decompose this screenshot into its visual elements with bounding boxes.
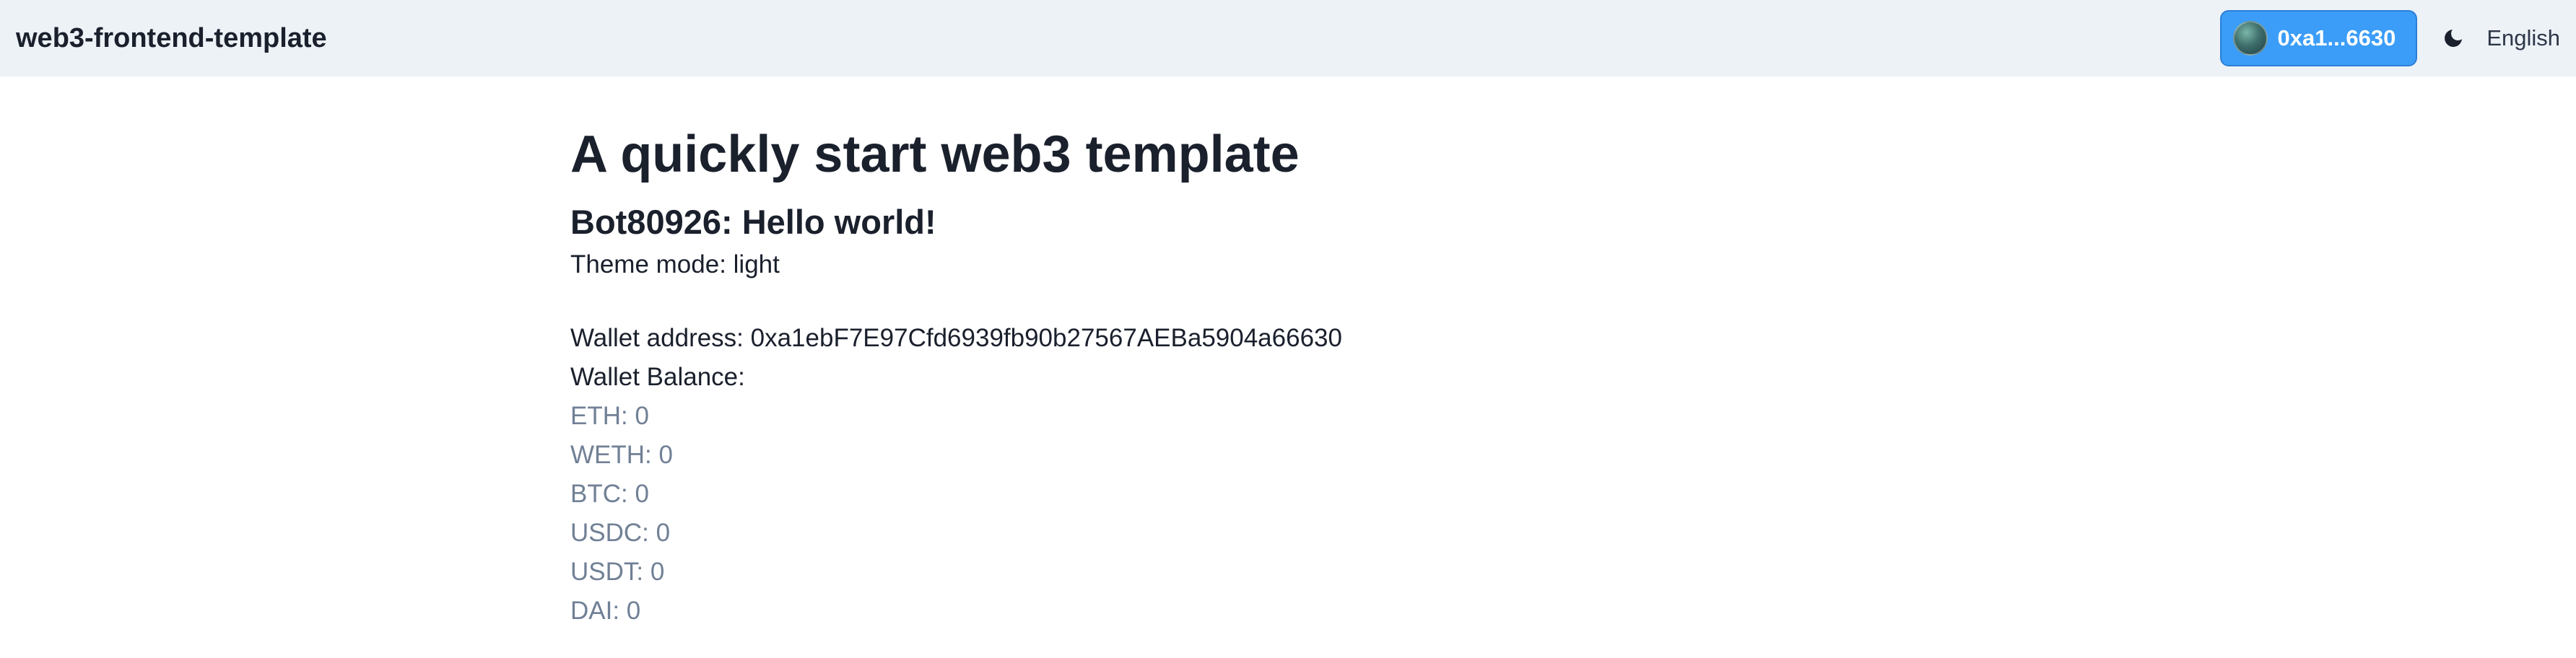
- balance-dai: DAI: 0: [570, 597, 641, 625]
- navbar-actions: 0xa1...6630 English: [2219, 0, 2560, 76]
- balance-weth: WETH: 0: [570, 441, 673, 469]
- theme-mode-text: Theme mode: light: [570, 250, 780, 278]
- wallet-address-text: Wallet address: 0xa1ebF7E97Cfd6939fb90b2…: [570, 324, 1342, 352]
- main-content: A quickly start web3 template Bot80926: …: [570, 118, 2007, 631]
- balance-btc: BTC: 0: [570, 480, 649, 508]
- navbar: web3-frontend-template 0xa1...6630 Engli…: [0, 0, 2576, 76]
- balance-usdc: USDC: 0: [570, 519, 671, 547]
- wallet-connect-button[interactable]: 0xa1...6630: [2219, 10, 2418, 66]
- theme-toggle-button[interactable]: [2439, 24, 2468, 53]
- brand-title[interactable]: web3-frontend-template: [16, 0, 327, 76]
- language-selector[interactable]: English: [2486, 25, 2560, 51]
- balance-eth: ETH: 0: [570, 402, 649, 430]
- wallet-avatar: [2232, 21, 2268, 56]
- moon-icon: [2445, 30, 2463, 47]
- page-title: A quickly start web3 template: [570, 126, 1300, 183]
- wallet-address-label: 0xa1...6630: [2277, 25, 2396, 51]
- greeting-heading: Bot80926: Hello world!: [570, 203, 936, 241]
- wallet-balance-label: Wallet Balance:: [570, 363, 745, 391]
- balance-usdt: USDT: 0: [570, 558, 665, 586]
